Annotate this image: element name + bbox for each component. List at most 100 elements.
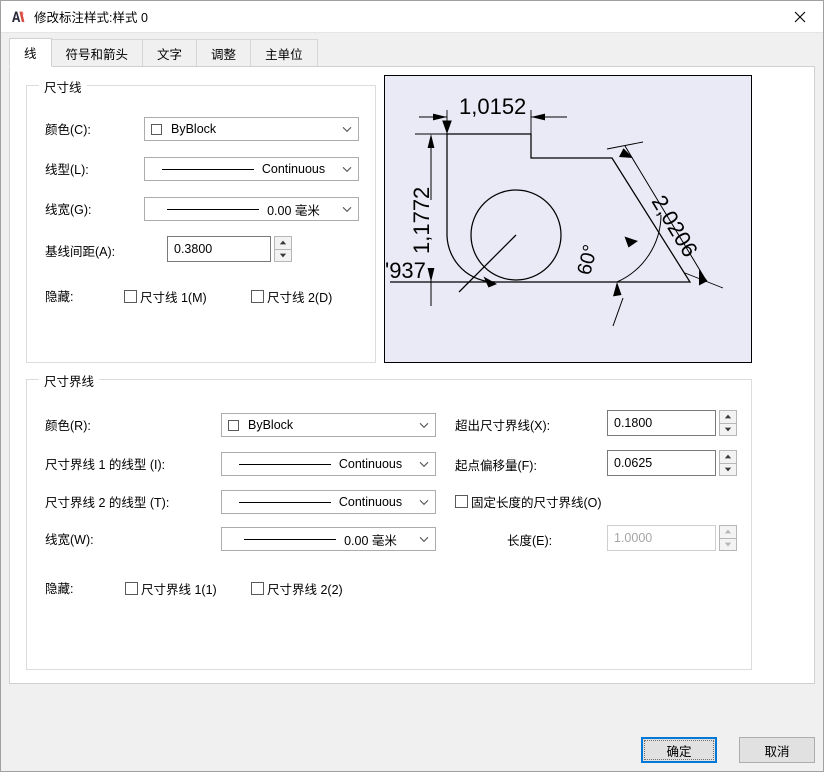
label-extline-color: 颜色(R):	[45, 419, 91, 433]
chevron-down-icon	[413, 491, 435, 513]
checkbox-fixed-length-label: 固定长度的尺寸界线(O)	[471, 496, 602, 510]
combo-extline-color-value: ByBlock	[248, 418, 294, 432]
stepper-extend-beyond[interactable]: 0.1800	[607, 410, 737, 436]
stepper-buttons-extend-beyond[interactable]	[719, 410, 737, 436]
tab-strip: 线 符号和箭头 文字 调整 主单位	[9, 38, 815, 67]
group-extension-line-legend: 尺寸界线	[39, 371, 100, 390]
stepper-buttons-fixed-length	[719, 525, 737, 551]
stepper-down-icon[interactable]	[719, 423, 737, 436]
checkbox-suppress-dimline-1[interactable]: 尺寸线 1(M)	[124, 287, 207, 306]
checkbox-suppress-dimline-1-label: 尺寸线 1(M)	[140, 291, 207, 305]
color-swatch-icon	[228, 419, 239, 431]
tab-text[interactable]: 文字	[142, 39, 198, 67]
checkbox-suppress-extline-2[interactable]: 尺寸界线 2(2)	[251, 579, 343, 598]
tab-text-label: 文字	[157, 48, 183, 62]
group-dimension-line: 尺寸线 颜色(C): ByBlock 线型(L): Continuous 线宽(…	[26, 77, 376, 363]
preview-dim-angular: 60°	[574, 243, 603, 278]
tab-symbols-arrows[interactable]: 符号和箭头	[50, 39, 144, 67]
combo-dimline-lineweight[interactable]: 0.00 毫米	[144, 197, 359, 221]
checkbox-box-icon	[125, 582, 138, 595]
ok-button-focus-ring: 确定	[644, 740, 714, 760]
stepper-buttons-offset-from-origin[interactable]	[719, 450, 737, 476]
ok-button-label: 确定	[666, 744, 692, 759]
checkbox-suppress-extline-2-label: 尺寸界线 2(2)	[267, 583, 343, 597]
label-dimline-lineweight: 线宽(G):	[45, 203, 92, 217]
stepper-down-icon[interactable]	[274, 249, 292, 262]
combo-extline1-linetype-value: Continuous	[338, 457, 403, 471]
tab-lines[interactable]: 线	[9, 38, 52, 67]
tab-primary-units[interactable]: 主单位	[250, 39, 318, 67]
input-offset-from-origin[interactable]: 0.0625	[607, 450, 716, 476]
group-dimension-line-legend: 尺寸线	[39, 77, 87, 96]
label-extline-suppress: 隐藏:	[45, 582, 74, 596]
dimension-style-preview: 1,0152 1,1772 '937 2,0206 60°	[384, 75, 752, 363]
preview-dim-radius: '937	[385, 258, 426, 283]
checkbox-box-icon	[251, 582, 264, 595]
label-extline-lineweight: 线宽(W):	[45, 533, 94, 547]
label-dimline-linetype: 线型(L):	[45, 163, 89, 177]
chevron-down-icon	[336, 118, 358, 140]
title-bar: 修改标注样式:样式 0	[1, 1, 823, 32]
stepper-down-icon[interactable]	[719, 463, 737, 476]
close-icon[interactable]	[777, 1, 823, 32]
autocad-logo-icon	[10, 9, 26, 25]
combo-extline1-linetype[interactable]: Continuous	[221, 452, 436, 476]
input-extend-beyond[interactable]: 0.1800	[607, 410, 716, 436]
input-fixed-length: 1.0000	[607, 525, 716, 551]
tab-primary-units-label: 主单位	[265, 48, 303, 62]
combo-dimline-color[interactable]: ByBlock	[144, 117, 359, 141]
combo-dimline-color-value: ByBlock	[171, 122, 217, 136]
chevron-down-icon	[413, 414, 435, 436]
combo-extline-lineweight-value: 0.00 毫米	[344, 533, 397, 548]
cancel-button[interactable]: 取消	[739, 737, 815, 763]
preview-dim-horizontal-top: 1,0152	[459, 94, 526, 119]
checkbox-suppress-extline-1-label: 尺寸界线 1(1)	[141, 583, 217, 597]
color-swatch-icon	[151, 123, 162, 135]
checkbox-suppress-extline-1[interactable]: 尺寸界线 1(1)	[125, 579, 217, 598]
label-fixed-length: 长度(E):	[507, 534, 553, 548]
stepper-up-icon[interactable]	[274, 236, 292, 250]
combo-extline-color[interactable]: ByBlock	[221, 413, 436, 437]
combo-dimline-linetype-value: Continuous	[261, 162, 326, 176]
stepper-up-icon	[719, 525, 737, 539]
stepper-baseline-spacing[interactable]: 0.3800	[167, 236, 292, 262]
label-dimline-suppress: 隐藏:	[45, 290, 74, 304]
combo-extline2-linetype[interactable]: Continuous	[221, 490, 436, 514]
stepper-offset-from-origin[interactable]: 0.0625	[607, 450, 737, 476]
chevron-down-icon	[413, 453, 435, 475]
tab-page-lines: 尺寸线 颜色(C): ByBlock 线型(L): Continuous 线宽(…	[9, 66, 815, 684]
checkbox-box-icon	[124, 290, 137, 303]
stepper-buttons-baseline-spacing[interactable]	[274, 236, 292, 262]
label-offset-from-origin: 起点偏移量(F):	[455, 459, 537, 473]
title-bar-divider	[1, 32, 823, 33]
combo-dimline-linetype[interactable]: Continuous	[144, 157, 359, 181]
label-extend-beyond: 超出尺寸界线(X):	[455, 419, 551, 433]
checkbox-suppress-dimline-2[interactable]: 尺寸线 2(D)	[251, 287, 332, 306]
chevron-down-icon	[336, 158, 358, 180]
line-sample-icon	[244, 538, 337, 540]
modify-dimension-style-dialog: 修改标注样式:样式 0 线 符号和箭头 文字 调整 主单位 尺寸线 颜色(C):…	[0, 0, 824, 772]
cancel-button-label: 取消	[764, 744, 790, 759]
line-sample-icon	[167, 208, 260, 210]
combo-extline2-linetype-value: Continuous	[338, 495, 403, 509]
label-extline1-linetype: 尺寸界线 1 的线型 (I):	[45, 458, 166, 472]
stepper-up-icon[interactable]	[719, 410, 737, 424]
tab-symbols-arrows-label: 符号和箭头	[65, 48, 129, 62]
label-extline2-linetype: 尺寸界线 2 的线型 (T):	[45, 496, 170, 510]
stepper-up-icon[interactable]	[719, 450, 737, 464]
combo-extline-lineweight[interactable]: 0.00 毫米	[221, 527, 436, 551]
checkbox-fixed-length-extension-lines[interactable]: 固定长度的尺寸界线(O)	[455, 492, 602, 511]
checkbox-box-icon	[251, 290, 264, 303]
group-extension-line: 尺寸界线 颜色(R): ByBlock 尺寸界线 1 的线型 (I): Cont…	[26, 371, 752, 670]
input-baseline-spacing[interactable]: 0.3800	[167, 236, 271, 262]
chevron-down-icon	[413, 528, 435, 550]
tab-lines-label: 线	[24, 47, 37, 61]
tab-fit[interactable]: 调整	[196, 39, 252, 67]
label-baseline-spacing: 基线间距(A):	[45, 245, 116, 259]
stepper-fixed-length[interactable]: 1.0000	[607, 525, 737, 551]
preview-drawing: 1,0152 1,1772 '937 2,0206 60°	[385, 94, 724, 327]
stepper-down-icon	[719, 538, 737, 551]
line-sample-icon	[238, 463, 331, 465]
ok-button[interactable]: 确定	[641, 737, 717, 763]
window-title: 修改标注样式:样式 0	[34, 11, 148, 25]
